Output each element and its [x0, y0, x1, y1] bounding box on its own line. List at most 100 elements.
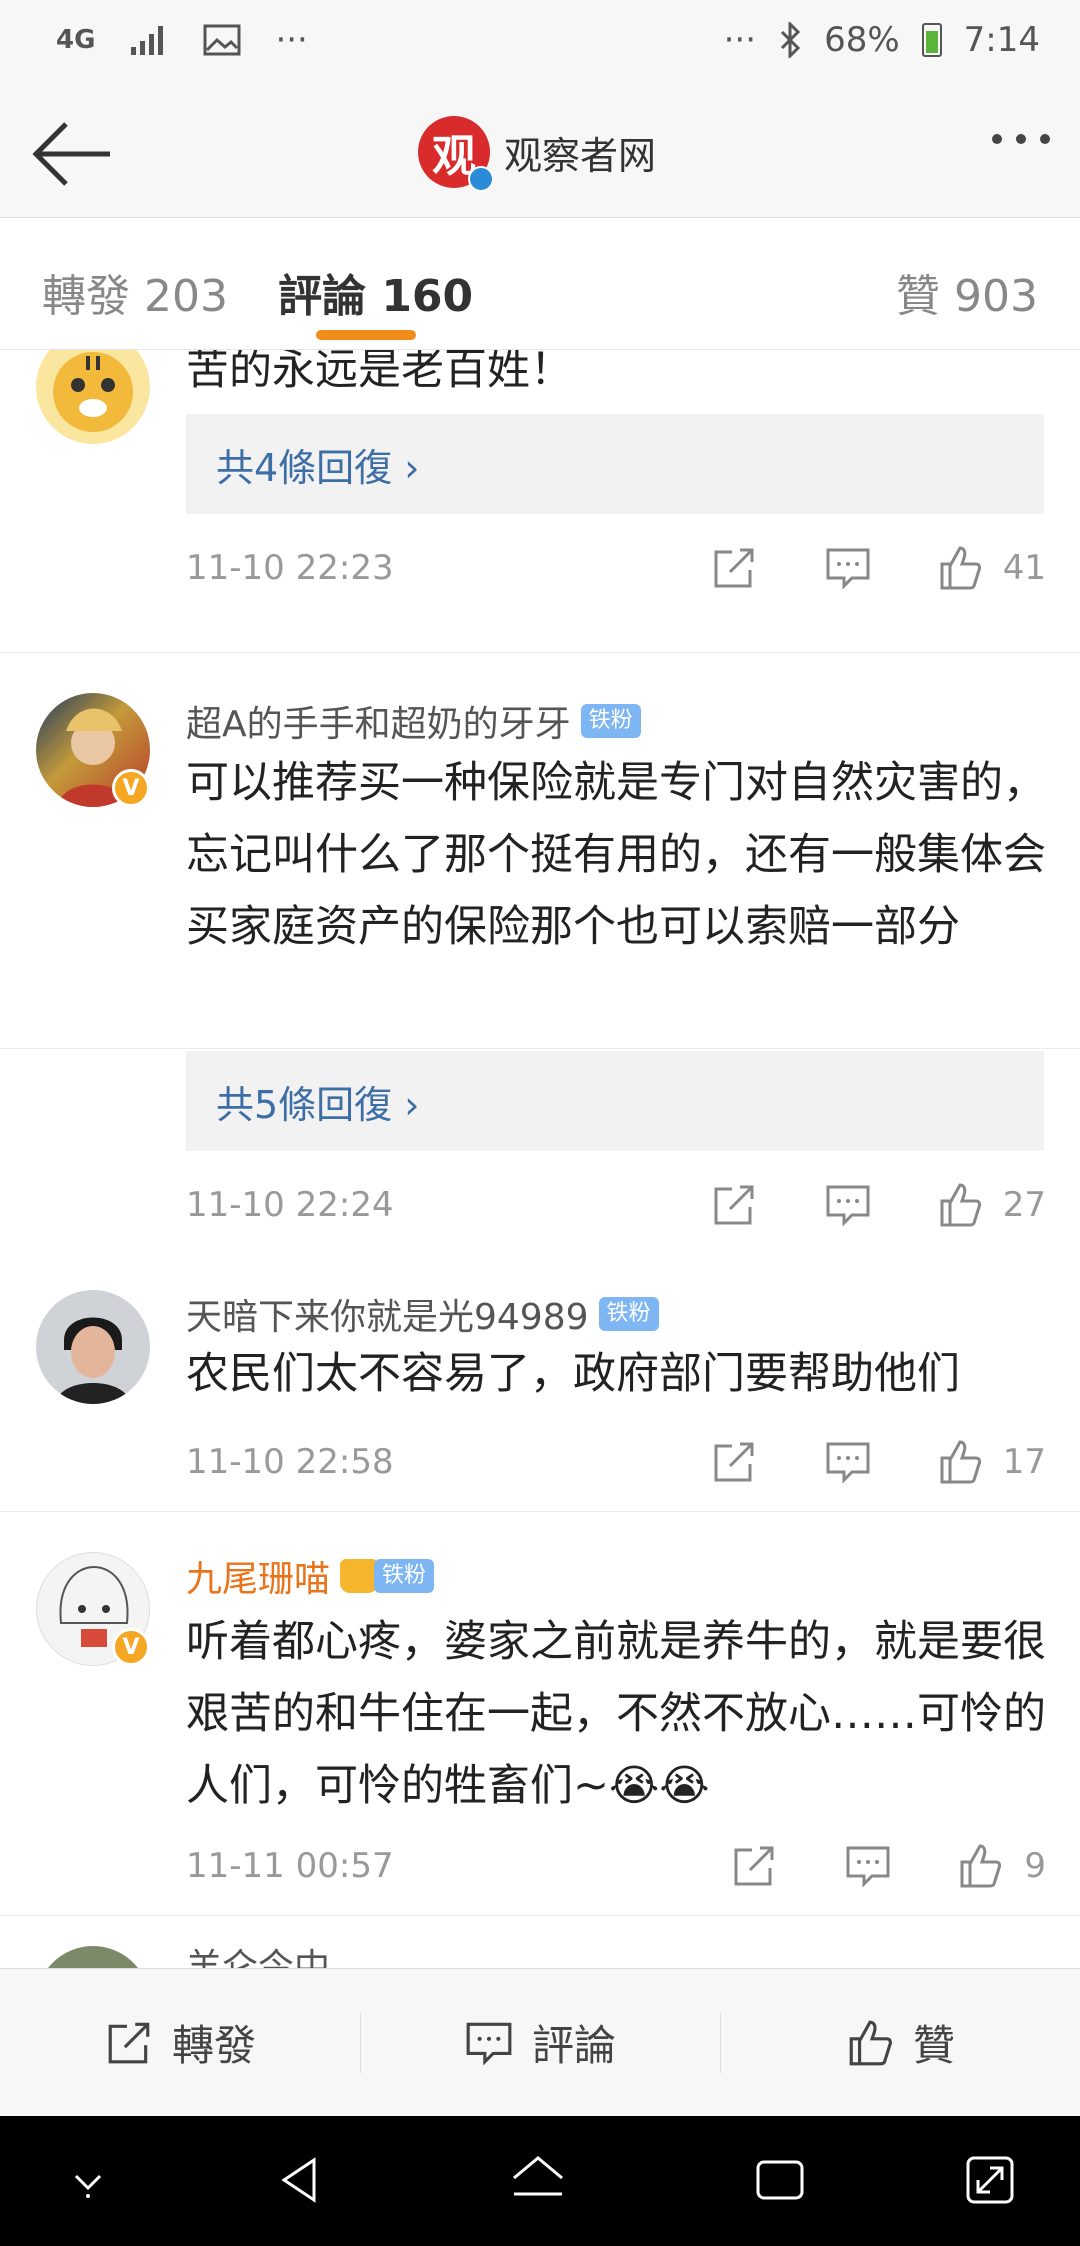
vip-badge-icon: V	[112, 1628, 150, 1666]
avatar[interactable]: V	[36, 1552, 150, 1666]
comment-icon[interactable]	[824, 1438, 872, 1486]
repost-icon[interactable]	[710, 1181, 758, 1229]
tab-like[interactable]: 贊 903	[896, 260, 1038, 324]
more-dot-icon	[1016, 134, 1026, 144]
repost-button[interactable]: 轉發	[0, 1969, 360, 2116]
avatar[interactable]: V	[36, 693, 150, 807]
notification-more-right: ···	[723, 20, 757, 60]
username-text: 超A的手手和超奶的牙牙	[186, 704, 571, 745]
vip-badge-icon: V	[112, 769, 150, 807]
verified-icon	[468, 166, 494, 192]
comment-meta: 11-11 00:57 9	[186, 1838, 1046, 1898]
recents-nav-icon[interactable]	[750, 2150, 810, 2210]
repost-icon	[108, 2022, 150, 2063]
system-navigation-bar	[0, 2116, 1080, 2246]
avatar[interactable]	[36, 1946, 150, 1968]
like-label: 贊	[912, 2021, 955, 2070]
battery-percent: 68%	[824, 20, 900, 60]
more-options-button[interactable]	[992, 134, 1050, 144]
nav-bar: 观 观察者网	[0, 92, 1080, 218]
like-icon[interactable]	[956, 1842, 1004, 1890]
like-count: 41	[1002, 548, 1046, 588]
comment-username[interactable]: 天暗下来你就是光94989 铁粉	[186, 1288, 659, 1340]
like-button[interactable]: 贊	[720, 1969, 1080, 2116]
tiger-avatar-icon	[53, 352, 133, 432]
crown-icon	[340, 1559, 379, 1593]
person-avatar-icon	[56, 1317, 130, 1404]
username-text: 九尾珊喵	[186, 1559, 331, 1600]
image-icon	[203, 24, 241, 56]
comment-username[interactable]: 羊仑今中	[186, 1938, 330, 1968]
repost-icon[interactable]	[730, 1842, 778, 1890]
signal-icon	[131, 26, 164, 55]
comment-time: 11-10 22:58	[186, 1442, 394, 1482]
comment-text: 苦的永远是老百姓！	[186, 350, 573, 395]
action-bar: 轉發 評論 贊	[0, 1968, 1080, 2116]
status-bar: 4G ··· ··· 68% 7:14	[0, 0, 1080, 92]
comment-meta: 11-10 22:58 17	[186, 1434, 1046, 1494]
tab-bar: 轉發 203 評論 160 贊 903	[0, 218, 1080, 350]
comment-item: 羊仑今中	[0, 1916, 1080, 1968]
account-header[interactable]: 观 观察者网	[418, 116, 657, 192]
repost-icon[interactable]	[710, 1438, 758, 1486]
comment-item: 苦的永远是老百姓！ 共4條回復 › 11-10 22:23 41	[0, 350, 1080, 653]
repost-icon[interactable]	[710, 544, 758, 592]
comment-meta: 11-10 22:24 27	[186, 1177, 1046, 1237]
account-logo: 观	[418, 116, 494, 192]
comment-text: 听着都心疼，婆家之前就是养牛的，就是要很艰苦的和牛住在一起，不然不放心……可怜的…	[186, 1617, 1046, 1811]
fan-badge: 铁粉	[598, 1297, 659, 1331]
comment-time: 11-11 00:57	[186, 1846, 394, 1886]
username-text: 天暗下来你就是光94989	[186, 1297, 589, 1338]
tab-comment[interactable]: 評論 160	[278, 260, 473, 324]
back-nav-icon[interactable]	[270, 2150, 330, 2210]
like-icon[interactable]	[936, 1181, 984, 1229]
network-indicator: 4G	[56, 25, 96, 55]
like-icon	[849, 2020, 892, 2065]
back-arrow-icon	[32, 122, 110, 186]
comment-time: 11-10 22:23	[186, 548, 394, 588]
comment-username[interactable]: 九尾珊喵 铁粉	[186, 1550, 435, 1602]
home-nav-icon[interactable]	[508, 2150, 568, 2210]
bluetooth-icon	[781, 22, 801, 58]
fan-badge: 铁粉	[580, 704, 641, 738]
comment-username[interactable]: 超A的手手和超奶的牙牙 铁粉	[186, 695, 641, 747]
like-count: 27	[1002, 1185, 1046, 1225]
like-icon[interactable]	[936, 1438, 984, 1486]
username-text: 羊仑今中	[186, 1947, 331, 1968]
comment-text: 农民们太不容易了，政府部门要帮助他们	[186, 1349, 960, 1399]
more-dot-icon	[1040, 134, 1050, 144]
comment-text: 可以推荐买一种保险就是专门对自然灾害的，忘记叫什么了那个挺有用的，还有一般集体会…	[186, 758, 1046, 952]
comment-label: 評論	[531, 2021, 616, 2070]
like-icon[interactable]	[936, 544, 984, 592]
expand-screen-icon[interactable]	[960, 2150, 1020, 2210]
comment-list[interactable]: 苦的永远是老百姓！ 共4條回復 › 11-10 22:23 41 V 超A的手手…	[0, 350, 1080, 1968]
replies-link[interactable]: 共4條回復 ›	[186, 414, 1044, 514]
clock: 7:14	[963, 20, 1040, 60]
comment-icon[interactable]	[824, 544, 872, 592]
back-button[interactable]	[28, 114, 118, 194]
comment-icon[interactable]	[844, 1842, 892, 1890]
comment-item: 天暗下来你就是光94989 铁粉 农民们太不容易了，政府部门要帮助他们 11-1…	[0, 1250, 1080, 1512]
replies-link[interactable]: 共5條回復 ›	[186, 1051, 1044, 1151]
status-left: 4G ···	[56, 20, 308, 60]
comment-item: V 九尾珊喵 铁粉 听着都心疼，婆家之前就是养牛的，就是要很艰苦的和牛住在一起，…	[0, 1512, 1080, 1916]
status-right: ··· 68% 7:14	[724, 20, 1040, 60]
active-tab-indicator	[316, 330, 416, 340]
notification-more: ···	[275, 20, 308, 60]
page-title: 观察者网	[504, 133, 657, 178]
repost-label: 轉發	[171, 2021, 256, 2070]
comment-icon	[466, 2022, 512, 2066]
more-dot-icon	[992, 134, 1002, 144]
avatar[interactable]	[36, 350, 150, 444]
fan-badge: 铁粉	[374, 1559, 435, 1593]
avatar[interactable]	[36, 1290, 150, 1404]
comment-time: 11-10 22:24	[186, 1185, 394, 1225]
hide-keyboard-icon[interactable]	[58, 2150, 118, 2210]
battery-icon	[921, 23, 942, 57]
like-count: 9	[1024, 1846, 1046, 1886]
like-count: 17	[1002, 1442, 1046, 1482]
tab-repost[interactable]: 轉發 203	[42, 260, 228, 324]
comment-button[interactable]: 評論	[360, 1969, 720, 2116]
comment-item: V 超A的手手和超奶的牙牙 铁粉 可以推荐买一种保险就是专门对自然灾害的，忘记叫…	[0, 653, 1080, 1227]
comment-icon[interactable]	[824, 1181, 872, 1229]
